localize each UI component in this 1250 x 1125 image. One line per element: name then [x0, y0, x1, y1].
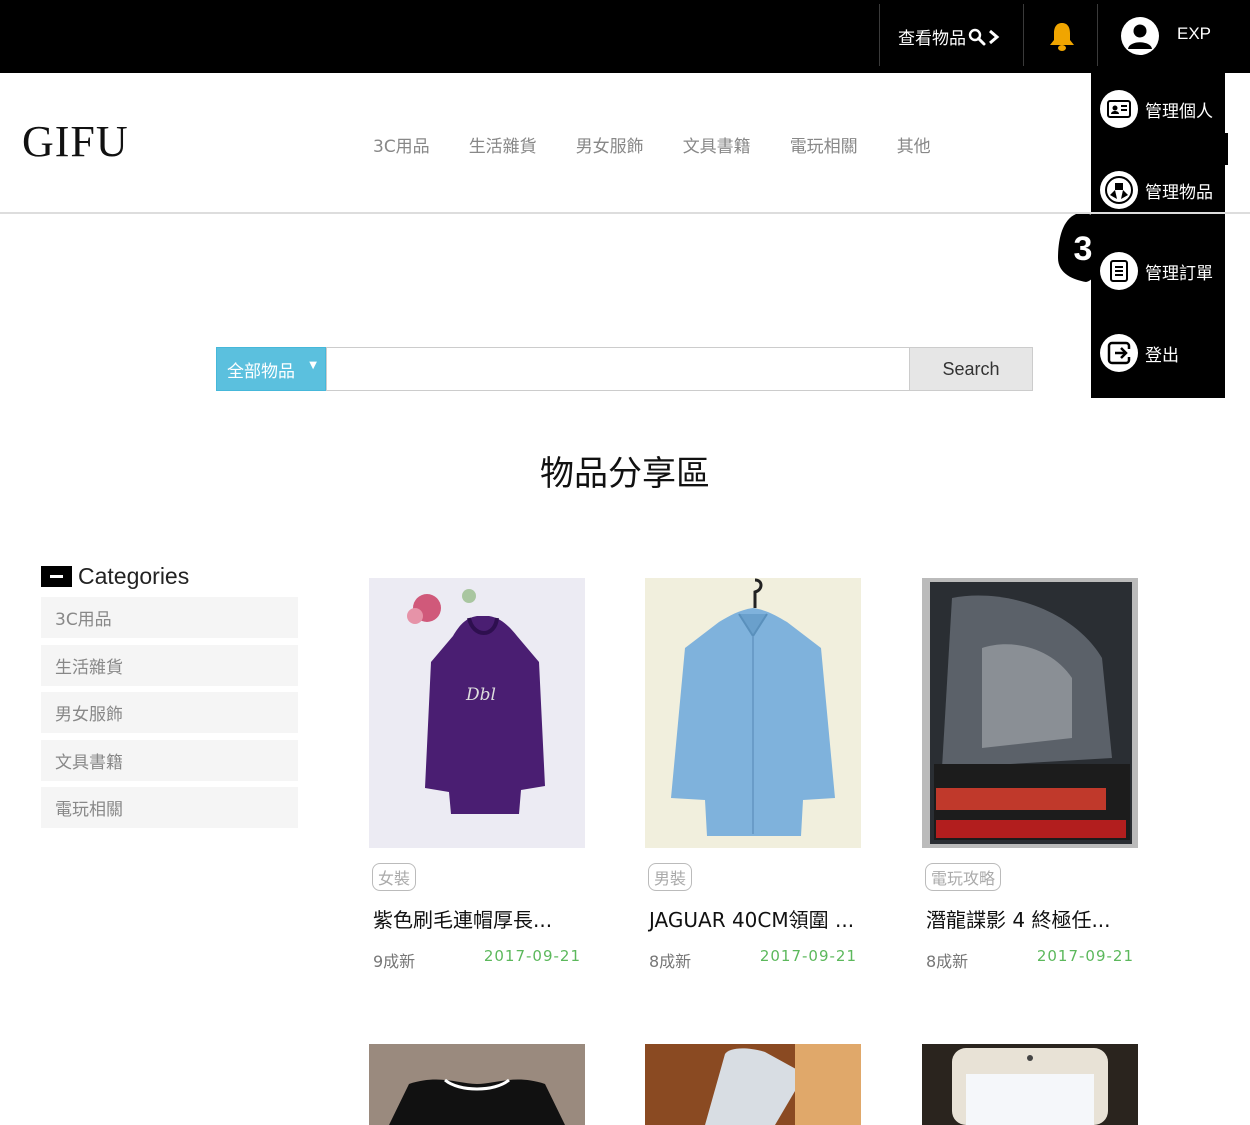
item-date: 2017-09-21 [759, 947, 857, 965]
item-condition: 8成新 [649, 952, 692, 971]
item-date: 2017-09-21 [483, 947, 581, 965]
profile-card-icon [1100, 90, 1138, 128]
browse-items-label: 查看物品 [898, 29, 966, 49]
notification-bell-button[interactable] [1046, 20, 1078, 56]
site-logo[interactable]: GIFU [22, 116, 129, 167]
browse-items-link[interactable]: 查看物品 [898, 24, 1000, 49]
user-dropdown-menu: 管理個人 管理物品 管理訂單 登出 [1091, 73, 1228, 398]
categories-header[interactable]: Categories [41, 563, 189, 590]
search-category-label: 全部物品 [227, 361, 295, 382]
item-tag: 女裝 [372, 863, 417, 891]
topbar-divider [1097, 4, 1098, 66]
item-condition: 9成新 [373, 952, 416, 971]
item-photo-purple-hoodie[interactable]: Dbl [369, 578, 585, 848]
item-tag: 電玩攻略 [925, 863, 1002, 891]
item-card[interactable]: 男裝 JAGUAR 40CM領圍 ... 8成新 2017-09-21 [645, 578, 861, 971]
nav-item-3c[interactable]: 3C用品 [373, 132, 430, 157]
user-icon [1121, 17, 1159, 55]
menu-item-logout[interactable]: 登出 [1100, 333, 1179, 373]
topbar-divider [1023, 4, 1024, 66]
nav-item-clothing[interactable]: 男女服飾 [576, 132, 644, 157]
category-item-games[interactable]: 電玩相關 [41, 787, 298, 828]
search-button[interactable]: Search [909, 347, 1033, 391]
menu-item-label: 登出 [1145, 345, 1179, 366]
menu-item-manage-items[interactable]: 管理物品 [1100, 170, 1213, 210]
header-divider [0, 212, 1250, 214]
item-name[interactable]: 紫色刷毛連帽厚長... [373, 904, 552, 933]
category-item-clothing[interactable]: 男女服飾 [41, 692, 298, 733]
nav-item-games[interactable]: 電玩相關 [790, 132, 858, 157]
caret-down-icon: ▼ [309, 360, 317, 371]
svg-text:Dbl: Dbl [465, 685, 496, 705]
item-photo-iphone[interactable] [922, 1044, 1138, 1125]
item-card[interactable]: Dbl 女裝 紫色刷毛連帽厚長... 9成新 2017-09-21 [369, 578, 585, 971]
item-photo-black-sweater[interactable] [369, 1044, 585, 1125]
item-photo-blue-shirt[interactable] [645, 578, 861, 848]
item-condition: 8成新 [926, 952, 969, 971]
step-number-badge: 3 [1056, 210, 1110, 282]
gift-hands-icon [1100, 171, 1138, 209]
nav-item-books[interactable]: 文具書籍 [683, 132, 751, 157]
item-name[interactable]: JAGUAR 40CM領圍 ... [649, 904, 854, 933]
category-item-books[interactable]: 文具書籍 [41, 740, 298, 781]
item-name[interactable]: 潛龍諜影 4 終極任... [926, 904, 1111, 933]
category-item-household[interactable]: 生活雜貨 [41, 645, 298, 686]
collapse-icon[interactable] [41, 566, 72, 587]
menu-item-label: 管理物品 [1145, 182, 1213, 203]
item-card[interactable]: 電玩攻略 潛龍諜影 4 終極任... 8成新 2017-09-21 [922, 578, 1138, 971]
menu-item-manage-orders[interactable]: 管理訂單 [1100, 251, 1213, 291]
username[interactable]: EXP [1177, 24, 1211, 44]
item-date: 2017-09-21 [1036, 947, 1134, 965]
item-tag: 男裝 [648, 863, 693, 891]
dropdown-edge [1225, 133, 1228, 165]
menu-item-label: 管理訂單 [1145, 263, 1213, 284]
bell-icon [1050, 23, 1074, 51]
chevron-right-icon [989, 29, 1000, 44]
topbar-divider [879, 4, 880, 66]
nav-item-other[interactable]: 其他 [897, 132, 931, 157]
main-nav: 3C用品 生活雜貨 男女服飾 文具書籍 電玩相關 其他 [373, 132, 970, 157]
menu-item-label: 管理個人 [1145, 101, 1213, 122]
search-icon [968, 28, 986, 45]
step-number: 3 [1074, 230, 1093, 268]
logout-icon [1100, 334, 1138, 372]
search-category-dropdown[interactable]: 全部物品 ▼ [216, 347, 326, 391]
categories-title: Categories [78, 563, 190, 589]
section-title: 物品分享區 [540, 454, 710, 494]
top-bar: 查看物品 EXP [0, 0, 1250, 73]
nav-item-household[interactable]: 生活雜貨 [469, 132, 537, 157]
item-photo-white-phone[interactable] [645, 1044, 861, 1125]
user-avatar[interactable] [1120, 16, 1160, 60]
item-photo-game-guide-book[interactable] [922, 578, 1138, 848]
category-item-3c[interactable]: 3C用品 [41, 597, 298, 638]
menu-item-manage-profile[interactable]: 管理個人 [1100, 89, 1213, 129]
search-input[interactable] [326, 347, 910, 391]
